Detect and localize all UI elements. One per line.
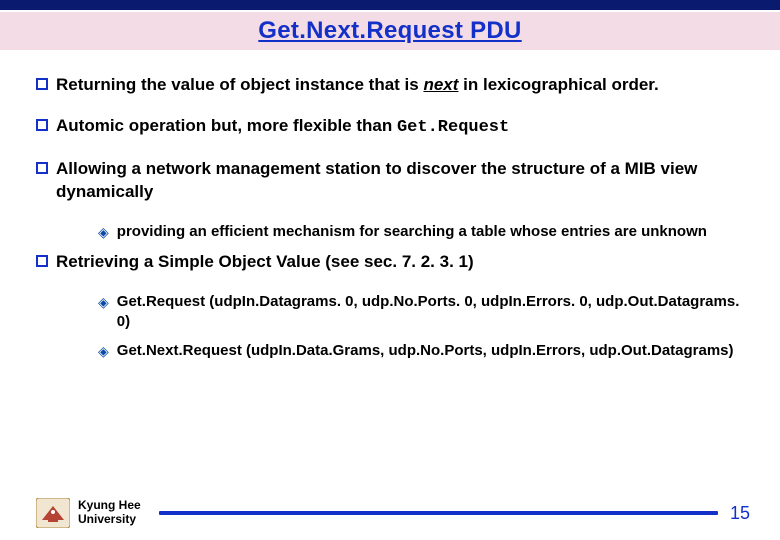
bullet-item: Allowing a network management station to… (36, 158, 744, 204)
page-number: 15 (730, 503, 750, 524)
text-fragment: Automic operation but, more flexible tha… (56, 116, 397, 135)
bullet-square-icon (36, 162, 48, 174)
university-line2: University (78, 513, 141, 527)
diamond-icon: ◈ (98, 294, 109, 311)
title-band: Get.Next.Request PDU (0, 12, 780, 50)
text-fragment: in lexicographical order. (458, 75, 658, 94)
bullet-square-icon (36, 255, 48, 267)
sub-bullet-item: ◈ providing an efficient mechanism for s… (98, 222, 744, 242)
university-name: Kyung Hee University (78, 499, 141, 527)
bullet-square-icon (36, 78, 48, 90)
bullet-text: Retrieving a Simple Object Value (see se… (56, 251, 744, 274)
sub-bullet-text: Get.Request (udpIn.Datagrams. 0, udp.No.… (117, 292, 744, 331)
sub-bullet-item: ◈ Get.Next.Request (udpIn.Data.Grams, ud… (98, 341, 744, 361)
bullet-text: Returning the value of object instance t… (56, 74, 744, 97)
diamond-icon: ◈ (98, 224, 109, 241)
sub-bullet-text: Get.Next.Request (udpIn.Data.Grams, udp.… (117, 341, 744, 361)
bullet-text: Automic operation but, more flexible tha… (56, 115, 744, 140)
university-logo-icon (36, 498, 70, 528)
emphasized-word: next (423, 75, 458, 94)
sub-bullet-text: providing an efficient mechanism for sea… (117, 222, 744, 242)
code-text: Get.Request (397, 118, 509, 137)
university-line1: Kyung Hee (78, 499, 141, 513)
bullet-item: Retrieving a Simple Object Value (see se… (36, 251, 744, 274)
bullet-square-icon (36, 119, 48, 131)
bullet-text: Allowing a network management station to… (56, 158, 744, 204)
footer: Kyung Hee University 15 (0, 498, 780, 528)
footer-divider (159, 511, 718, 515)
top-accent-bar (0, 0, 780, 10)
diamond-icon: ◈ (98, 343, 109, 360)
slide-title: Get.Next.Request PDU (258, 17, 521, 45)
bullet-item: Automic operation but, more flexible tha… (36, 115, 744, 140)
text-fragment: Returning the value of object instance t… (56, 75, 423, 94)
bullet-item: Returning the value of object instance t… (36, 74, 744, 97)
sub-bullet-item: ◈ Get.Request (udpIn.Datagrams. 0, udp.N… (98, 292, 744, 331)
content-area: Returning the value of object instance t… (0, 50, 780, 361)
